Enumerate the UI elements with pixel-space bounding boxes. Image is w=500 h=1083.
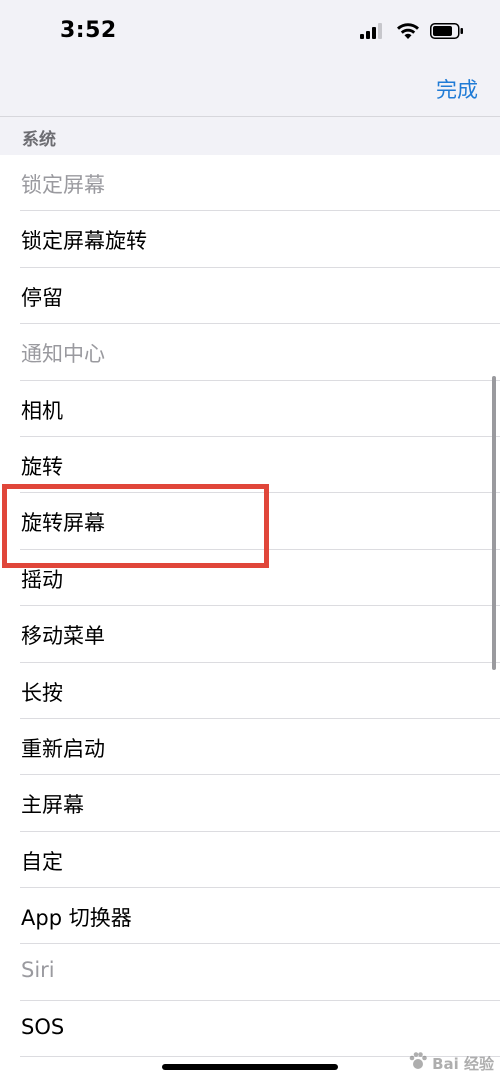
list-item[interactable]: 停留 (20, 268, 500, 325)
highlight-box (2, 484, 269, 568)
wifi-icon (396, 22, 420, 44)
list-item-label: Siri (21, 958, 55, 983)
done-button[interactable]: 完成 (436, 74, 478, 104)
list-item-label: 锁定屏幕旋转 (21, 229, 147, 254)
list-item-label: 摇动 (21, 567, 63, 592)
list-item[interactable]: 主屏幕 (20, 775, 500, 832)
list-item-label: App 切换器 (21, 906, 132, 931)
list-item-label: 重新启动 (21, 736, 105, 761)
list-item[interactable]: 锁定屏幕旋转 (20, 211, 500, 268)
paw-icon (408, 1051, 428, 1075)
list-item-label: 停留 (21, 285, 63, 310)
list-item-label: 自定 (21, 849, 63, 874)
watermark-text: Bai 经验 (432, 1054, 494, 1073)
list-item[interactable]: 自定 (20, 832, 500, 889)
watermark: Bai 经验 (408, 1051, 494, 1075)
list-item[interactable]: SOS (20, 1001, 500, 1058)
nav-bar: 完成 (0, 66, 500, 116)
section-header: 系统 (0, 117, 500, 155)
list-item: 通知中心 (20, 324, 500, 381)
list-item[interactable]: 移动菜单 (20, 606, 500, 663)
list-item[interactable]: 重新启动 (20, 719, 500, 776)
list-item-label: 移动菜单 (21, 624, 105, 649)
status-time: 3:52 (60, 18, 117, 43)
section-title: 系统 (22, 130, 56, 150)
list-item-label: 通知中心 (21, 342, 105, 367)
list-item[interactable]: 长按 (20, 663, 500, 719)
status-icons (360, 22, 464, 44)
list-item[interactable]: 相机 (20, 381, 500, 437)
home-indicator[interactable] (162, 1064, 338, 1070)
list-item: 锁定屏幕 (20, 155, 500, 212)
list-item[interactable]: App 切换器 (20, 888, 500, 945)
list-item-label: 旋转 (21, 454, 63, 479)
list-item-label: 相机 (21, 398, 63, 423)
status-bar: 3:52 (0, 0, 500, 66)
battery-icon (430, 23, 464, 43)
list-item-label: 锁定屏幕 (21, 173, 105, 197)
list-item-label: 主屏幕 (21, 793, 84, 818)
scrollbar[interactable] (492, 376, 496, 670)
list-item-label: 长按 (21, 680, 63, 705)
list-item-label: SOS (21, 1014, 65, 1039)
action-list: 锁定屏幕 锁定屏幕旋转 停留 通知中心 相机 旋转 旋转屏幕 摇动 移动菜单 长… (0, 155, 500, 1083)
list-item: Siri (20, 944, 500, 1001)
signal-icon (360, 23, 386, 43)
